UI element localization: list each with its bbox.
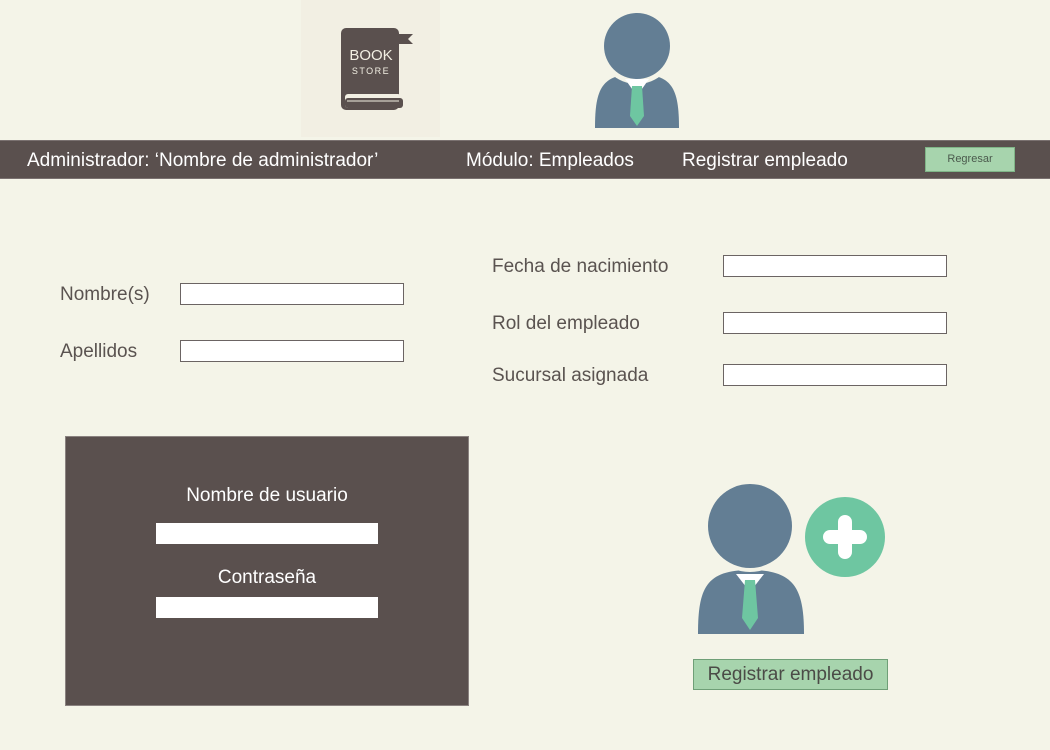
username-label: Nombre de usuario xyxy=(186,485,348,506)
bookstore-logo: BOOK STORE xyxy=(301,0,440,137)
module-name: Módulo: Empleados xyxy=(466,150,634,171)
apellidos-input[interactable] xyxy=(180,340,404,362)
register-employee-button[interactable]: Registrar empleado xyxy=(693,659,888,690)
top-bar: Administrador: ‘Nombre de administrador’… xyxy=(0,140,1050,179)
rol-input[interactable] xyxy=(723,312,947,334)
nombres-label: Nombre(s) xyxy=(60,284,150,305)
password-input[interactable] xyxy=(156,597,378,618)
sucursal-label: Sucursal asignada xyxy=(492,365,649,386)
screen-title: Registrar empleado xyxy=(682,150,848,171)
apellidos-label: Apellidos xyxy=(60,341,138,362)
sucursal-input[interactable] xyxy=(723,364,947,386)
password-label: Contraseña xyxy=(217,567,317,588)
fecha-label: Fecha de nacimiento xyxy=(492,256,669,277)
fecha-input[interactable] xyxy=(723,255,947,277)
credentials-panel: Nombre de usuario Contraseña xyxy=(65,436,469,706)
username-input[interactable] xyxy=(156,523,378,544)
add-user-icon xyxy=(694,480,888,643)
nombres-input[interactable] xyxy=(180,283,404,305)
rol-label: Rol del empleado xyxy=(492,313,640,334)
user-icon xyxy=(592,8,682,137)
book-icon: BOOK STORE xyxy=(341,28,413,110)
back-button[interactable]: Regresar xyxy=(925,147,1015,172)
admin-name: Administrador: ‘Nombre de administrador’ xyxy=(27,150,379,171)
logo-line2: STORE xyxy=(352,66,390,76)
logo-line1: BOOK xyxy=(349,47,392,64)
